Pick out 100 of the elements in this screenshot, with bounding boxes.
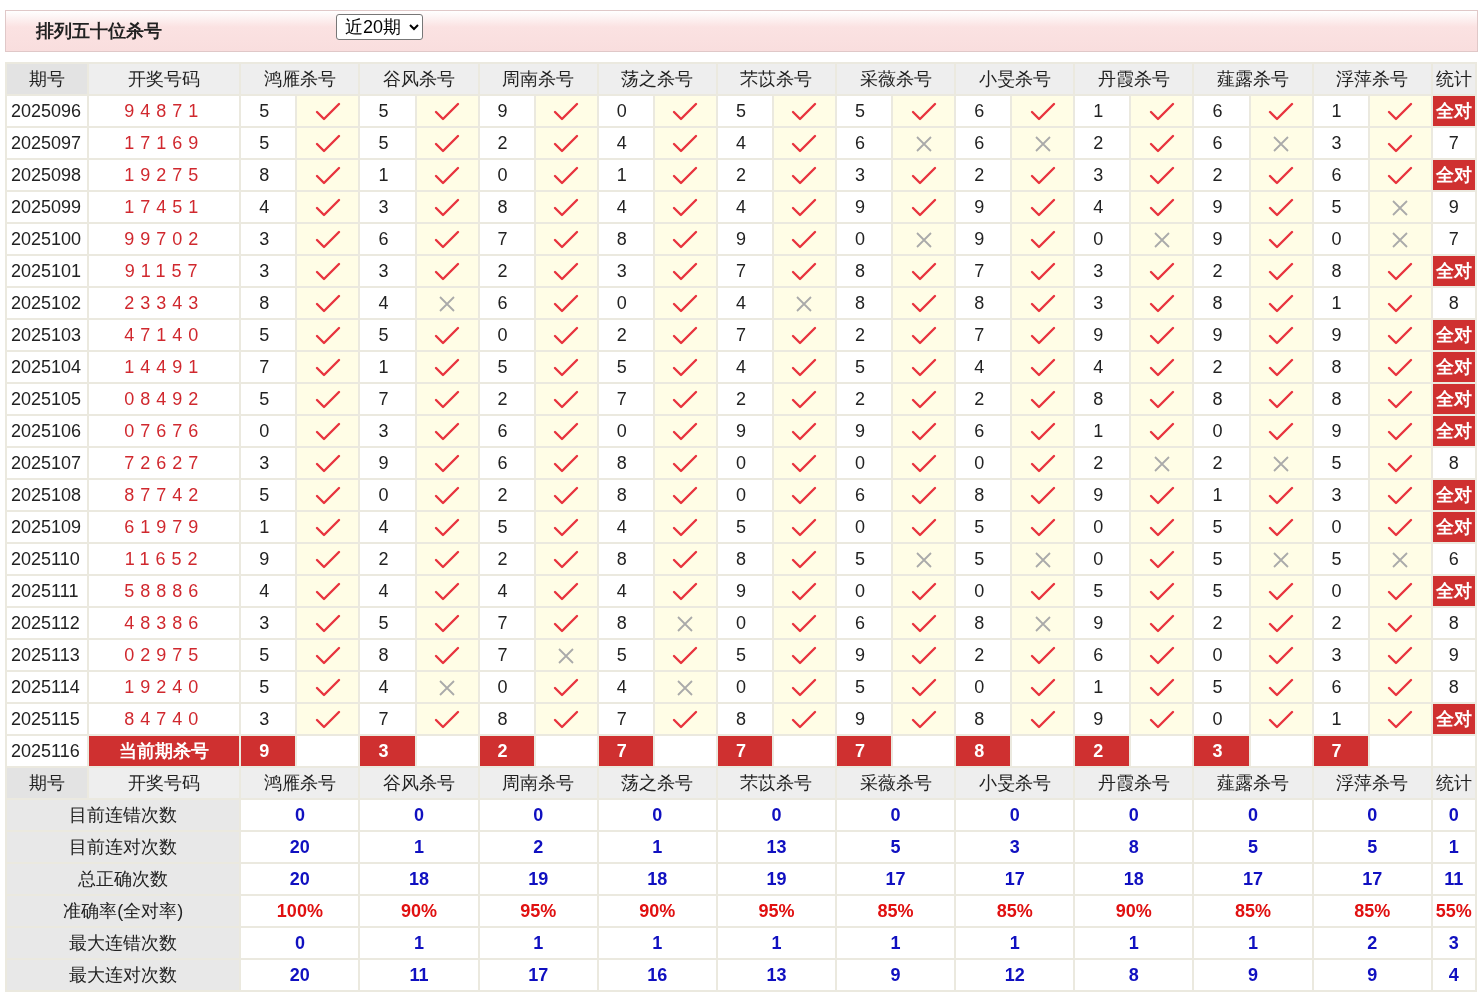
draw-number-cell: 19275 <box>89 160 240 190</box>
kill-number-cell: 4 <box>598 512 653 542</box>
kill-number-cell: 5 <box>717 512 772 542</box>
period-cell: 2025107 <box>7 448 88 478</box>
summary-value: 90% <box>360 896 478 926</box>
kill-number-cell: 1 <box>360 352 415 382</box>
kill-number-cell: 2 <box>1194 160 1249 190</box>
kill-number-cell: 2 <box>479 544 534 574</box>
kill-number-cell: 9 <box>1313 320 1368 350</box>
all-correct-badge: 全对 <box>1432 704 1475 734</box>
current-kill-number: 7 <box>837 736 892 766</box>
kill-number-cell: 9 <box>837 640 892 670</box>
kill-number-cell: 7 <box>717 320 772 350</box>
stat-cell: 8 <box>1432 608 1475 638</box>
kill-number-cell: 1 <box>1313 96 1368 126</box>
summary-label: 准确率(全对率) <box>7 896 240 926</box>
summary-value: 85% <box>1194 896 1312 926</box>
kill-number-cell: 4 <box>598 576 653 606</box>
period-cell: 2025106 <box>7 416 88 446</box>
summary-value: 0 <box>837 800 955 830</box>
draw-number-cell: 17451 <box>89 192 240 222</box>
kill-number-cell: 1 <box>360 160 415 190</box>
summary-value: 0 <box>956 800 1074 830</box>
period-cell: 2025101 <box>7 256 88 286</box>
summary-value: 0 <box>717 800 835 830</box>
kill-number-cell: 9 <box>717 416 772 446</box>
kill-number-cell: 8 <box>479 704 534 734</box>
summary-value: 13 <box>717 960 835 990</box>
all-correct-badge: 全对 <box>1432 480 1475 510</box>
kill-number-cell: 4 <box>360 512 415 542</box>
kill-number-cell: 3 <box>837 160 892 190</box>
kill-number-cell: 5 <box>598 640 653 670</box>
kill-number-cell: 9 <box>1075 320 1130 350</box>
kill-number-cell: 4 <box>1075 352 1130 382</box>
kill-number-cell: 5 <box>837 352 892 382</box>
range-select[interactable]: 近20期 <box>336 14 423 40</box>
summary-value: 2 <box>479 832 597 862</box>
column-header: 芣苡杀号 <box>717 64 835 94</box>
draw-number-cell: 14491 <box>89 352 240 382</box>
kill-number-cell: 5 <box>837 544 892 574</box>
kill-number-cell: 6 <box>837 608 892 638</box>
kill-number-cell: 0 <box>598 416 653 446</box>
kill-number-cell: 9 <box>1194 192 1249 222</box>
column-header: 统计 <box>1432 64 1475 94</box>
kill-number-cell: 8 <box>956 608 1011 638</box>
period-cell: 2025099 <box>7 192 88 222</box>
summary-value: 95% <box>717 896 835 926</box>
kill-number-cell: 0 <box>717 480 772 510</box>
kill-number-cell: 5 <box>956 544 1011 574</box>
kill-number-cell: 5 <box>598 352 653 382</box>
kill-number-cell: 2 <box>479 128 534 158</box>
kill-number-cell: 8 <box>598 480 653 510</box>
kill-number-cell: 7 <box>479 224 534 254</box>
column-header: 小旻杀号 <box>956 64 1074 94</box>
kill-number-cell: 3 <box>360 416 415 446</box>
kill-number-cell: 0 <box>479 160 534 190</box>
summary-value: 19 <box>717 864 835 894</box>
stat-cell: 9 <box>1432 192 1475 222</box>
kill-number-cell: 5 <box>1313 192 1368 222</box>
kill-number-cell: 5 <box>360 96 415 126</box>
kill-number-cell: 3 <box>241 448 296 478</box>
summary-value: 1 <box>717 928 835 958</box>
summary-value: 1 <box>479 928 597 958</box>
column-header: 统计 <box>1432 768 1475 798</box>
kill-number-cell: 0 <box>598 288 653 318</box>
kill-number-cell: 0 <box>956 448 1011 478</box>
kill-number-cell: 5 <box>1194 672 1249 702</box>
summary-value: 17 <box>479 960 597 990</box>
kill-number-cell: 2 <box>956 160 1011 190</box>
kill-number-cell: 2 <box>1075 448 1130 478</box>
kill-number-cell: 6 <box>360 224 415 254</box>
kill-number-cell: 5 <box>717 640 772 670</box>
summary-value: 9 <box>1313 960 1431 990</box>
kill-number-cell: 7 <box>717 256 772 286</box>
draw-number-cell: 58886 <box>89 576 240 606</box>
kill-number-cell: 5 <box>360 320 415 350</box>
column-header: 丹霞杀号 <box>1075 768 1193 798</box>
period-cell: 2025109 <box>7 512 88 542</box>
summary-value: 55% <box>1432 896 1475 926</box>
kill-number-cell: 7 <box>598 704 653 734</box>
all-correct-badge: 全对 <box>1432 352 1475 382</box>
kill-number-cell: 3 <box>598 256 653 286</box>
summary-value: 90% <box>1075 896 1193 926</box>
current-kill-number: 2 <box>1075 736 1130 766</box>
draw-number-cell: 99702 <box>89 224 240 254</box>
summary-label: 目前连对次数 <box>7 832 240 862</box>
kill-number-cell: 4 <box>360 672 415 702</box>
kill-number-cell: 6 <box>1194 128 1249 158</box>
kill-number-cell: 7 <box>241 352 296 382</box>
kill-number-cell: 8 <box>717 704 772 734</box>
period-cell: 2025100 <box>7 224 88 254</box>
kill-number-cell: 9 <box>1194 320 1249 350</box>
kill-number-cell: 9 <box>1075 704 1130 734</box>
column-header: 浮萍杀号 <box>1313 768 1431 798</box>
kill-number-cell: 5 <box>1194 544 1249 574</box>
current-kill-number: 3 <box>360 736 415 766</box>
kill-number-cell: 9 <box>479 96 534 126</box>
column-header: 薤露杀号 <box>1194 768 1312 798</box>
summary-value: 0 <box>479 800 597 830</box>
period-cell: 2025102 <box>7 288 88 318</box>
